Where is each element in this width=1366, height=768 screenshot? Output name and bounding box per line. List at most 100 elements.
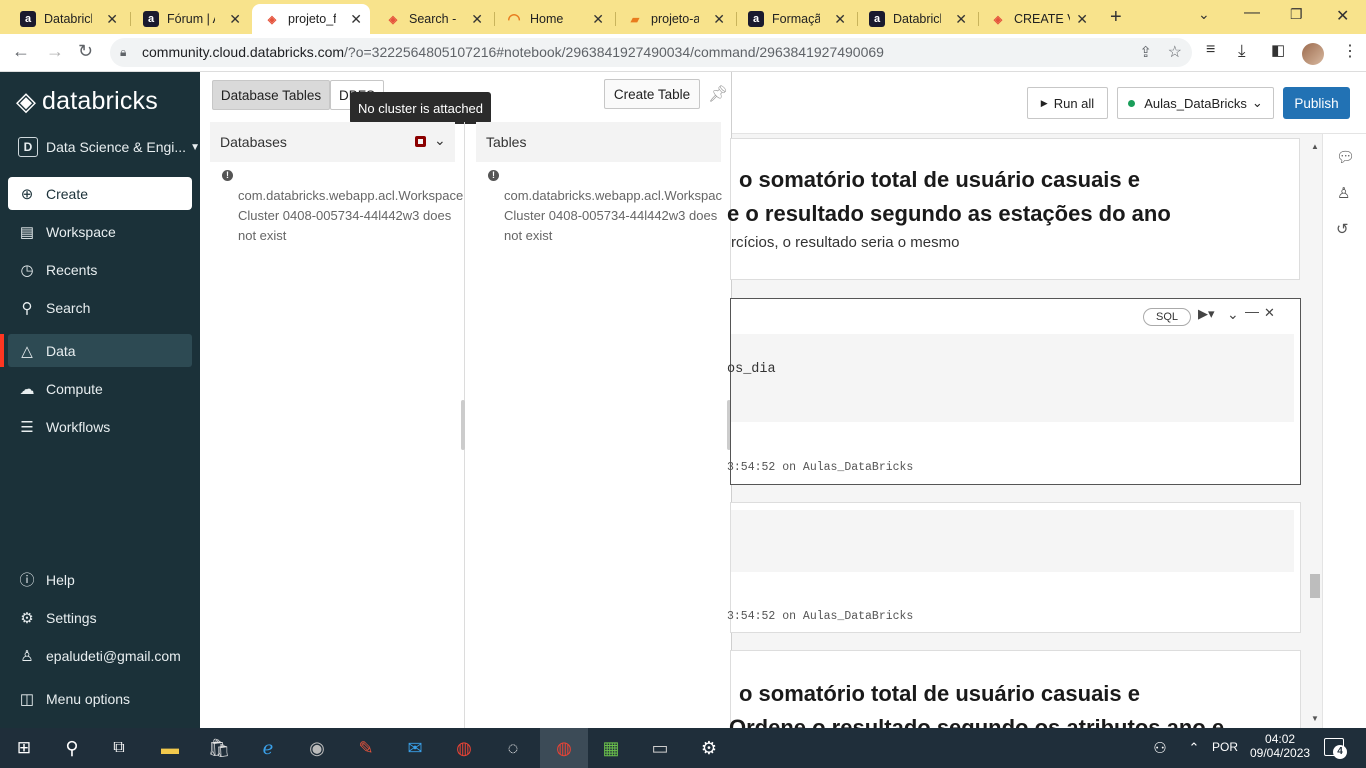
taskbar-active-app[interactable]: ◍ [540, 728, 588, 768]
clock[interactable]: 04:02 09/04/2023 [1250, 732, 1310, 760]
chevron-down-icon[interactable]: ⌄ [1227, 306, 1239, 323]
back-icon[interactable]: ← [12, 41, 30, 62]
url-field[interactable]: 🔒︎ community.cloud.databricks.com/?o=322… [110, 38, 1192, 67]
mail-icon[interactable]: ✉ [401, 734, 429, 762]
run-cell-icon[interactable]: ▶▾ [1198, 306, 1215, 322]
paint-icon[interactable]: ✎ [352, 734, 380, 762]
sidebar-item-search[interactable]: ⚲ Search [8, 291, 192, 324]
windows-start-icon[interactable]: ⊞ [10, 734, 38, 762]
browser-tab-2[interactable]: a Fórum | Alura ✕ [131, 4, 249, 34]
side-panel-icon[interactable]: ◧ [1271, 41, 1285, 59]
reload-icon[interactable]: ↻ [78, 41, 93, 62]
profile-avatar[interactable] [1302, 43, 1324, 65]
close-tab-icon[interactable]: ✕ [1076, 11, 1088, 28]
minimize-cell-icon[interactable]: — [1245, 303, 1259, 319]
browser-tab-3[interactable]: ◈ projeto_final ✕ [252, 4, 370, 34]
file-explorer-icon[interactable]: ▬ [156, 734, 184, 762]
close-tab-icon[interactable]: ✕ [471, 11, 483, 28]
scrollbar[interactable]: ▲ ▼ [1308, 134, 1322, 728]
code-cell[interactable]: 3:54:52 on Aulas_DataBricks [727, 502, 1301, 633]
browser-tab-7[interactable]: a Formação ✕ [736, 4, 854, 34]
sidebar-item-help[interactable]: ⓘ Help [8, 563, 192, 596]
stop-icon[interactable] [415, 136, 426, 147]
close-tab-icon[interactable]: ✕ [350, 11, 362, 28]
restore-icon[interactable]: ❐ [1290, 6, 1303, 23]
people-icon[interactable]: ⚇ [1146, 734, 1174, 762]
code-editor[interactable]: os_dia [727, 334, 1294, 422]
close-tab-icon[interactable]: ✕ [592, 11, 604, 28]
sidebar-item-settings[interactable]: ⚙ Settings [8, 601, 192, 634]
language-indicator[interactable]: POR [1212, 740, 1238, 754]
sidebar-item-workflows[interactable]: ☰ Workflows [8, 410, 192, 443]
close-tab-icon[interactable]: ✕ [713, 11, 725, 28]
sidebar-item-create[interactable]: ⊕ Create [8, 177, 192, 210]
media-queue-icon[interactable]: ≡ [1206, 41, 1215, 59]
sql-cell[interactable]: SQL ▶▾ ⌄ — ✕ os_dia 3:54:52 on Aulas_Dat… [727, 298, 1301, 485]
app-circle-icon[interactable]: ◌ [499, 734, 527, 762]
language-badge[interactable]: SQL [1143, 308, 1192, 326]
sidebar-item-menu-options[interactable]: ◫ Menu options [8, 682, 192, 715]
databricks-logo[interactable]: ◈ databricks [16, 86, 158, 117]
notepad-icon[interactable]: ▦ [597, 734, 625, 762]
sidebar-item-label: Recents [46, 261, 98, 278]
publish-button[interactable]: Publish [1283, 87, 1350, 119]
task-view-icon[interactable]: ⧉ [105, 734, 133, 762]
comments-icon[interactable]: 💬︎ [1336, 148, 1355, 166]
edge-icon[interactable]: ℯ [254, 734, 282, 762]
forward-icon[interactable]: → [46, 41, 64, 62]
markdown-cell[interactable]: o somatório total de usuário casuais e e… [727, 138, 1300, 280]
close-tab-icon[interactable]: ✕ [955, 11, 967, 28]
tab-database-tables[interactable]: Database Tables [212, 80, 330, 110]
sidebar-item-data[interactable]: △ Data [0, 334, 192, 367]
close-tab-icon[interactable]: ✕ [229, 11, 241, 28]
cluster-selector[interactable]: Aulas_DataBricks ⌄ [1117, 87, 1274, 119]
variables-icon[interactable]: ♙ [1337, 184, 1350, 202]
browser-menu-icon[interactable]: ⋮ [1342, 41, 1358, 61]
scroll-down-icon[interactable]: ▼ [1311, 714, 1319, 723]
minimize-icon[interactable]: — [1244, 4, 1260, 22]
browser-tab-5[interactable]: ◠ Home ✕ [494, 4, 612, 34]
store-icon[interactable]: 🛍︎ [205, 734, 233, 762]
new-tab-icon[interactable]: + [1110, 6, 1122, 29]
pin-icon[interactable]: 📌︎ [708, 84, 728, 104]
browser-tab-4[interactable]: ◈ Search - Databricks ✕ [373, 4, 491, 34]
chevron-up-icon[interactable]: ⌃ [1180, 734, 1208, 762]
browser-tab-8[interactable]: a Databricks ✕ [857, 4, 975, 34]
resize-handle[interactable] [461, 400, 465, 450]
sidebar-item-workspace[interactable]: ▤ Workspace [8, 215, 192, 248]
close-window-icon[interactable]: ✕ [1336, 6, 1349, 26]
chevron-down-icon[interactable]: ⌄ [434, 132, 446, 149]
code-editor[interactable] [731, 510, 1294, 572]
gear-icon[interactable]: ⚙ [695, 734, 723, 762]
search-icon[interactable]: ⚲ [58, 734, 86, 762]
create-table-button[interactable]: Create Table [604, 79, 700, 109]
url-path: /?o=3222564805107216#notebook/2963841927… [344, 44, 884, 60]
tab-search-chevron-icon[interactable]: ⌄ [1198, 6, 1210, 23]
error-line: not exist [504, 228, 553, 243]
scroll-up-icon[interactable]: ▲ [1311, 142, 1319, 151]
persona-switcher[interactable]: D Data Science & Engi... ▼ [18, 137, 200, 157]
lock-icon: 🔒︎ [120, 45, 127, 59]
browser-tab-9[interactable]: ◈ CREATE VIEW ✕ [978, 4, 1096, 34]
sidebar-item-recents[interactable]: ◷ Recents [8, 253, 192, 286]
sidebar-item-compute[interactable]: ☁ Compute [8, 372, 192, 405]
tables-header: Tables [476, 122, 721, 162]
close-tab-icon[interactable]: ✕ [106, 11, 118, 28]
notification-icon[interactable]: 4 [1324, 738, 1347, 759]
browser-tab-1[interactable]: a Databricks ✕ [8, 4, 126, 34]
bookmark-star-icon[interactable]: ☆ [1168, 38, 1182, 67]
markdown-cell[interactable]: o somatório total de usuário casuais e O… [729, 650, 1301, 740]
terminal-icon[interactable]: ▭ [646, 734, 674, 762]
sidebar-item-user[interactable]: ♙ epaludeti@gmail.com [8, 639, 192, 672]
delete-cell-icon[interactable]: ✕ [1264, 305, 1275, 321]
close-tab-icon[interactable]: ✕ [834, 11, 846, 28]
download-icon[interactable]: ⤓ [1238, 41, 1246, 61]
tooltip: No cluster is attached [350, 92, 492, 124]
run-all-button[interactable]: ▶ Run all [1027, 87, 1108, 119]
scroll-thumb[interactable] [1310, 574, 1320, 598]
chrome-icon[interactable]: ◍ [450, 734, 478, 762]
history-icon[interactable]: ↺ [1336, 220, 1349, 238]
app-globe-icon[interactable]: ◉ [303, 734, 331, 762]
browser-tab-6[interactable]: ▰ projeto-aula ✕ [615, 4, 733, 34]
share-icon[interactable]: ⇪ [1139, 38, 1152, 67]
